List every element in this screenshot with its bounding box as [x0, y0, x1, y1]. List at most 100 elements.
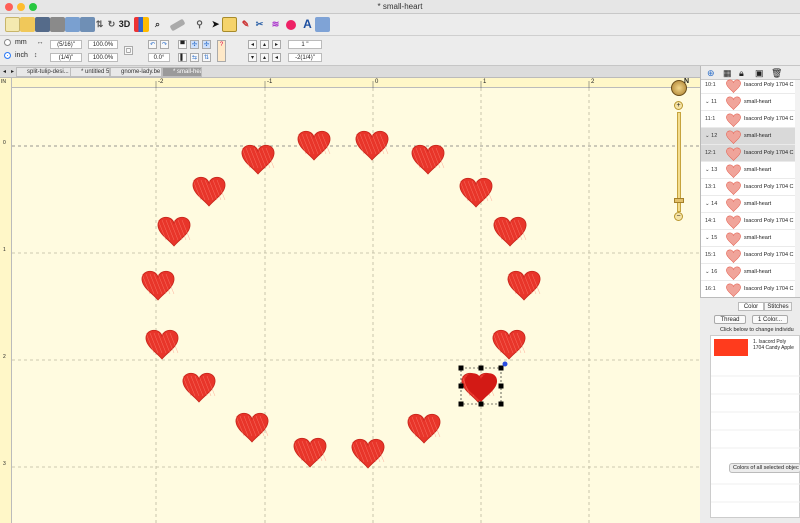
- sequence-object-row[interactable]: ⌄ 15 small-heart: [701, 230, 800, 247]
- heart-design[interactable]: [293, 437, 327, 468]
- tab-color[interactable]: Color: [738, 302, 764, 311]
- nudge-right-icon[interactable]: ▸: [272, 40, 281, 49]
- zoom-in-icon[interactable]: +: [674, 101, 683, 110]
- heart-design[interactable]: [145, 329, 179, 360]
- resize-handle[interactable]: [458, 401, 464, 407]
- size-lock-icon[interactable]: ?: [217, 40, 226, 62]
- resize-handle[interactable]: [498, 383, 504, 389]
- nudge-up-icon[interactable]: ▴: [260, 40, 269, 49]
- tab-small-heart[interactable]: * small-heart: [162, 67, 202, 77]
- thread-button[interactable]: Thread: [714, 315, 746, 324]
- export-icon[interactable]: [315, 17, 330, 32]
- paint-icon[interactable]: [286, 20, 296, 30]
- sequence-object-row[interactable]: ⌄ 13 small-heart: [701, 162, 800, 179]
- resize-handle[interactable]: [458, 383, 464, 389]
- save-icon[interactable]: [35, 17, 50, 32]
- resize-handle[interactable]: [458, 365, 464, 371]
- unit-mm[interactable]: mm ↔: [4, 39, 44, 46]
- ruler-icon[interactable]: [169, 18, 186, 32]
- zoom-out-icon[interactable]: −: [674, 212, 683, 221]
- copy-icon[interactable]: [65, 17, 80, 32]
- sequence-object-row[interactable]: ⌄ 14 small-heart: [701, 196, 800, 213]
- sequence-scrollbar[interactable]: [795, 80, 800, 297]
- move-y-field[interactable]: -2(1/4)": [288, 53, 322, 62]
- new-icon[interactable]: [5, 17, 20, 32]
- select-arrow-icon[interactable]: ➤: [208, 17, 223, 32]
- inch-radio[interactable]: [4, 52, 11, 59]
- heart-design[interactable]: [141, 270, 175, 301]
- tab-scroll-right-icon[interactable]: ▸: [11, 68, 14, 75]
- align-top-icon[interactable]: ▀: [178, 40, 187, 49]
- tab-split-tulip[interactable]: split-tulip-desi...: [16, 67, 72, 77]
- heart-design[interactable]: [355, 130, 389, 161]
- sequence-color-row[interactable]: 15:1 Isacord Poly 1704 C: [701, 247, 800, 264]
- print-icon[interactable]: [50, 17, 65, 32]
- tab-untitled-5[interactable]: * untitled 5: [70, 67, 110, 77]
- heart-design[interactable]: [493, 216, 527, 247]
- 3d-view-icon[interactable]: 3D: [117, 17, 132, 32]
- heart-design[interactable]: [192, 176, 226, 207]
- grid-icon[interactable]: [222, 17, 237, 32]
- heart-design[interactable]: [411, 144, 445, 175]
- resize-handle[interactable]: [478, 365, 484, 371]
- zoom-slider-thumb[interactable]: [674, 198, 684, 203]
- one-color-button[interactable]: 1 Color...: [752, 315, 788, 324]
- width-field[interactable]: (5/16)": [50, 40, 82, 49]
- rotate-handle[interactable]: [502, 361, 508, 367]
- nudge-down-icon[interactable]: ▾: [248, 53, 257, 62]
- heart-design[interactable]: [157, 216, 191, 247]
- tab-stitches[interactable]: Stitches: [764, 302, 792, 311]
- tab-scroll-left-icon[interactable]: ◂: [3, 68, 6, 75]
- sequence-color-row[interactable]: 12:1 Isacord Poly 1704 C: [701, 145, 800, 162]
- heart-design[interactable]: [297, 130, 331, 161]
- sequence-color-row[interactable]: 14:1 Isacord Poly 1704 C: [701, 213, 800, 230]
- zoom-slider[interactable]: [677, 112, 681, 212]
- heart-design[interactable]: [351, 438, 385, 469]
- unit-inch[interactable]: inch ↕: [4, 52, 37, 59]
- heart-design[interactable]: [459, 177, 493, 208]
- rotation-field[interactable]: 0.0°: [148, 53, 170, 62]
- align-left-icon[interactable]: ▌: [178, 53, 187, 62]
- resize-handle[interactable]: [498, 401, 504, 407]
- stitch-icon[interactable]: ✎: [238, 17, 253, 32]
- heart-design[interactable]: [492, 329, 526, 360]
- height-field[interactable]: (1/4)": [50, 53, 82, 62]
- zoom-icon[interactable]: ⌕: [150, 17, 165, 32]
- sequence-color-row[interactable]: 10:1 Isacord Poly 1704 C: [701, 77, 800, 94]
- sequence-color-row[interactable]: 13:1 Isacord Poly 1704 C: [701, 179, 800, 196]
- hoop-icon[interactable]: ⚲: [192, 17, 207, 32]
- mirror-h-icon[interactable]: ⇆: [190, 53, 199, 62]
- sequence-object-row[interactable]: ⌄ 11 small-heart: [701, 94, 800, 111]
- mirror-v-icon[interactable]: ⇅: [202, 53, 211, 62]
- rotate-left-icon[interactable]: ↶: [148, 40, 157, 49]
- text-icon[interactable]: A: [300, 17, 315, 32]
- colors-of-selected-button[interactable]: Colors of all selected objec: [729, 463, 800, 473]
- sequence-color-row[interactable]: 16:1 Isacord Poly 1704 C: [701, 281, 800, 298]
- heart-design[interactable]: [241, 144, 275, 175]
- nudge-up2-icon[interactable]: ▴: [260, 53, 269, 62]
- align-center-icon[interactable]: ✣: [190, 40, 199, 49]
- resize-handle[interactable]: [498, 365, 504, 371]
- tab-gnome-lady[interactable]: gnome-lady.be: [110, 67, 162, 77]
- sequence-color-row[interactable]: 11:1 Isacord Poly 1704 C: [701, 111, 800, 128]
- open-icon[interactable]: [20, 17, 35, 32]
- selected-heart[interactable]: [458, 361, 508, 407]
- lock-proportions-icon[interactable]: ▢: [124, 46, 133, 55]
- width-percent-field[interactable]: 100.0%: [88, 40, 118, 49]
- move-x-field[interactable]: 1 ": [288, 40, 322, 49]
- nudge-left-icon[interactable]: ◂: [248, 40, 257, 49]
- rotate-right-icon[interactable]: ↷: [160, 40, 169, 49]
- heart-design[interactable]: [407, 413, 441, 444]
- heart-design[interactable]: [235, 412, 269, 443]
- mm-radio[interactable]: [4, 39, 11, 46]
- chart-icon[interactable]: [134, 17, 149, 32]
- thread-icon[interactable]: ≋: [268, 17, 283, 32]
- sequence-object-row[interactable]: ⌄ 16 small-heart: [701, 264, 800, 281]
- height-percent-field[interactable]: 100.0%: [88, 53, 118, 62]
- heart-design[interactable]: [182, 372, 216, 403]
- design-canvas[interactable]: -2 -1 0 1 2 IN 0 1 2 3 N + −: [0, 78, 700, 523]
- color-picker-icon[interactable]: ✂: [252, 17, 267, 32]
- align-distribute-icon[interactable]: ✣: [202, 40, 211, 49]
- resize-handle[interactable]: [478, 401, 484, 407]
- nudge-left2-icon[interactable]: ◂: [272, 53, 281, 62]
